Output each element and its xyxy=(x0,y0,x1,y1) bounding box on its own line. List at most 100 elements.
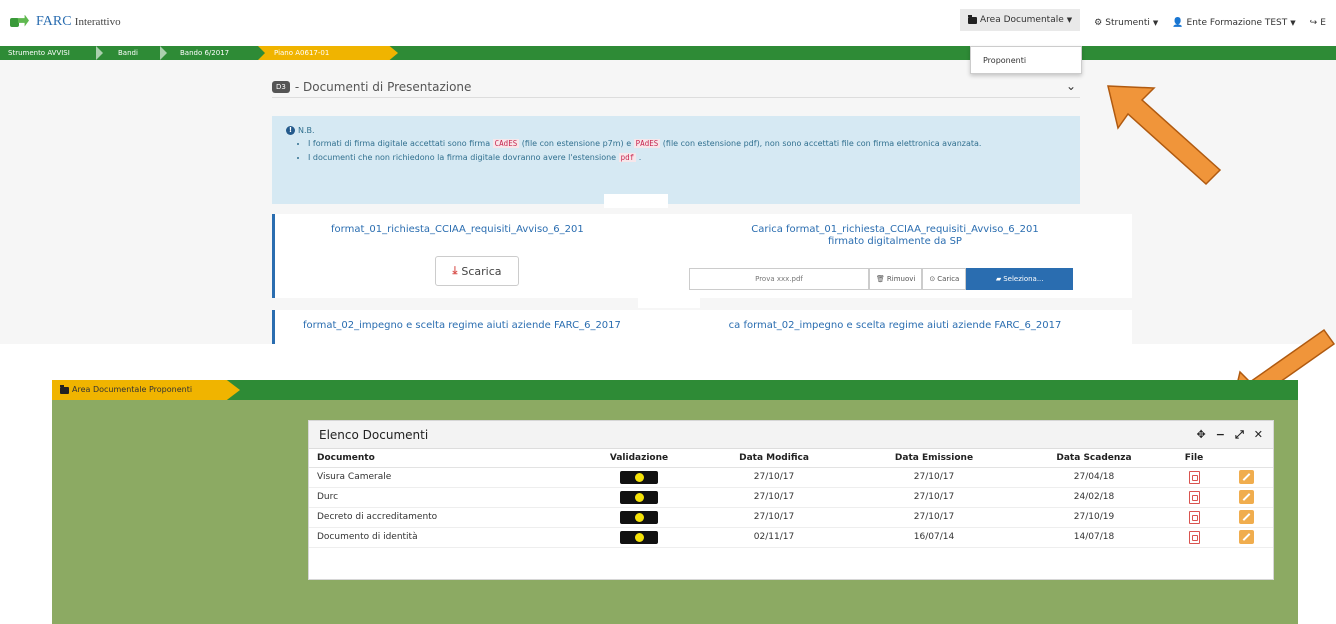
column-header-actions xyxy=(1219,449,1273,468)
nav-strumenti[interactable]: ⚙ Strumenti ▼ xyxy=(1094,18,1158,28)
note-text: (file con estensione p7m) e xyxy=(521,139,632,148)
column-header[interactable]: File xyxy=(1169,449,1219,468)
cell-data-scadenza: 14/07/18 xyxy=(1019,527,1169,548)
chevron-down-icon[interactable]: ⌄ xyxy=(1066,79,1076,93)
nav-user[interactable]: 👤 Ente Formazione TEST ▼ xyxy=(1172,18,1295,28)
blank-area xyxy=(604,194,668,208)
cell-data-scadenza: 27/04/18 xyxy=(1019,467,1169,488)
format-tag: pdf xyxy=(618,153,637,162)
cell-data-modifica: 27/10/17 xyxy=(699,467,849,488)
column-header[interactable]: Data Emissione xyxy=(849,449,1019,468)
note-text: . xyxy=(638,153,642,162)
document-row: format_01_richiesta_CCIAA_requisiti_Avvi… xyxy=(272,214,1132,298)
column-header[interactable]: Validazione xyxy=(579,449,699,468)
caret-down-icon: ▼ xyxy=(1152,19,1159,27)
column-header[interactable]: Documento xyxy=(309,449,579,468)
nav-area-documentale[interactable]: Area Documentale ▼ xyxy=(960,9,1081,31)
download-label: Scarica xyxy=(461,264,502,278)
dropdown-item-proponenti[interactable]: Proponenti xyxy=(983,56,1026,65)
file-input[interactable]: Prova xxx.pdf xyxy=(689,268,869,290)
edit-button[interactable] xyxy=(1238,470,1254,484)
trash-icon: 🗑 xyxy=(876,275,885,283)
folder-icon xyxy=(60,384,69,394)
upload-button[interactable]: ⊙ Carica xyxy=(922,268,967,290)
section-badge: D3 xyxy=(272,80,290,93)
section-header[interactable]: D3 - Documenti di Presentazione ⌄ xyxy=(272,76,1080,98)
app-logo[interactable]: FARC Interattivo xyxy=(10,13,121,30)
breadcrumb-item[interactable]: Strumento AVVISI xyxy=(8,46,70,60)
column-header[interactable]: Data Modifica xyxy=(699,449,849,468)
upload-title: Carica format_01_richiesta_CCIAA_requisi… xyxy=(751,224,1039,235)
upload-group: Prova xxx.pdf 🗑 Rimuovi ⊙ Carica ▰ Selez… xyxy=(689,268,1073,290)
pdf-file-icon[interactable] xyxy=(1188,470,1200,484)
top-navbar: FARC Interattivo Area Documentale ▼ ⚙ St… xyxy=(0,0,1336,44)
nav-area-documentale-label: Area Documentale xyxy=(980,15,1064,25)
expand-icon[interactable]: ⤢ xyxy=(1235,428,1244,442)
note-line: I formati di firma digitale accettati so… xyxy=(308,138,1066,149)
pdf-file-icon[interactable] xyxy=(1188,510,1200,524)
upload-title: ca format_02_impegno e scelta regime aiu… xyxy=(728,320,1062,331)
cell-data-modifica: 27/10/17 xyxy=(699,507,849,528)
widget-header: Elenco Documenti ✥ − ⤢ ✕ xyxy=(309,421,1273,449)
close-icon[interactable]: ✕ xyxy=(1254,428,1263,442)
edit-button[interactable] xyxy=(1238,490,1254,504)
tab-label: Area Documentale Proponenti xyxy=(72,385,193,394)
remove-button[interactable]: 🗑 Rimuovi xyxy=(869,268,923,290)
table-row[interactable]: Documento di identità 02/11/17 16/07/14 … xyxy=(309,527,1273,548)
minimize-icon[interactable]: − xyxy=(1216,428,1225,442)
cell-data-emissione: 27/10/17 xyxy=(849,467,1019,488)
cell-documento: Durc xyxy=(309,487,579,508)
remove-label: Rimuovi xyxy=(886,275,916,283)
cell-data-modifica: 02/11/17 xyxy=(699,527,849,548)
column-header[interactable]: Data Scadenza xyxy=(1019,449,1169,468)
table-row[interactable]: Durc 27/10/17 27/10/17 24/02/18 xyxy=(309,487,1273,508)
upload-icon: ⊙ xyxy=(929,275,936,283)
note-text: I formati di firma digitale accettati so… xyxy=(308,139,491,148)
nav-menu: Area Documentale ▼ ⚙ Strumenti ▼ 👤 Ente … xyxy=(960,9,1336,31)
logo-subtitle: Interattivo xyxy=(74,16,121,28)
download-button[interactable]: ⤓ Scarica xyxy=(435,256,519,286)
documents-table: Documento Validazione Data Modifica Data… xyxy=(309,449,1273,548)
caret-down-icon: ▼ xyxy=(1290,19,1296,27)
nav-logout-label: E xyxy=(1320,18,1326,28)
upload-subtitle: firmato digitalmente da SP xyxy=(828,236,962,247)
bottom-header-bar: Area Documentale Proponenti xyxy=(52,380,1298,400)
select-file-button[interactable]: ▰ Seleziona... xyxy=(966,268,1073,290)
breadcrumb-separator-icon xyxy=(160,46,170,60)
breadcrumb-active[interactable]: Piano A0617-01 xyxy=(258,46,398,60)
download-icon: ⤓ xyxy=(452,264,458,277)
document-name: format_01_richiesta_CCIAA_requisiti_Avvi… xyxy=(331,224,584,235)
pdf-file-icon[interactable] xyxy=(1188,490,1200,504)
note-text: (file con estensione pdf), non sono acce… xyxy=(662,139,982,148)
logo-name: FARC xyxy=(36,14,72,29)
pointer-arrow-icon xyxy=(1107,85,1222,186)
select-label: Seleziona... xyxy=(1003,275,1044,283)
nav-logout[interactable]: ↪ E xyxy=(1310,18,1326,28)
cell-documento: Decreto di accreditamento xyxy=(309,507,579,528)
format-tag: CAdES xyxy=(492,139,520,148)
note-text: I documenti che non richiedono la firma … xyxy=(308,153,617,162)
document-row: format_02_impegno e scelta regime aiuti … xyxy=(272,310,1132,344)
cell-data-modifica: 27/10/17 xyxy=(699,487,849,508)
breadcrumb-item[interactable]: Bandi xyxy=(118,46,138,60)
format-tag: PAdES xyxy=(633,139,661,148)
gear-icon: ⚙ xyxy=(1094,18,1103,28)
edit-button[interactable] xyxy=(1238,510,1254,524)
pdf-file-icon[interactable] xyxy=(1188,530,1200,544)
validation-indicator-icon xyxy=(620,490,658,504)
bottom-panel: Area Documentale Proponenti Elenco Docum… xyxy=(52,380,1298,624)
logout-icon: ↪ xyxy=(1309,18,1318,28)
info-icon: ! xyxy=(286,126,295,135)
caret-down-icon: ▼ xyxy=(1066,16,1073,24)
breadcrumb: Strumento AVVISI Bandi Bando 6/2017 xyxy=(0,46,1336,60)
edit-button[interactable] xyxy=(1238,530,1254,544)
nav-strumenti-label: Strumenti xyxy=(1105,18,1150,28)
breadcrumb-item[interactable]: Bando 6/2017 xyxy=(180,46,229,60)
table-row[interactable]: Decreto di accreditamento 27/10/17 27/10… xyxy=(309,507,1273,528)
validation-indicator-icon xyxy=(620,510,658,524)
breadcrumb-separator-icon xyxy=(96,46,106,60)
tab-area-documentale-proponenti[interactable]: Area Documentale Proponenti xyxy=(52,380,240,400)
table-row[interactable]: Visura Camerale 27/10/17 27/10/17 27/04/… xyxy=(309,467,1273,488)
farc-logo-icon xyxy=(10,14,30,29)
move-icon[interactable]: ✥ xyxy=(1197,428,1206,442)
